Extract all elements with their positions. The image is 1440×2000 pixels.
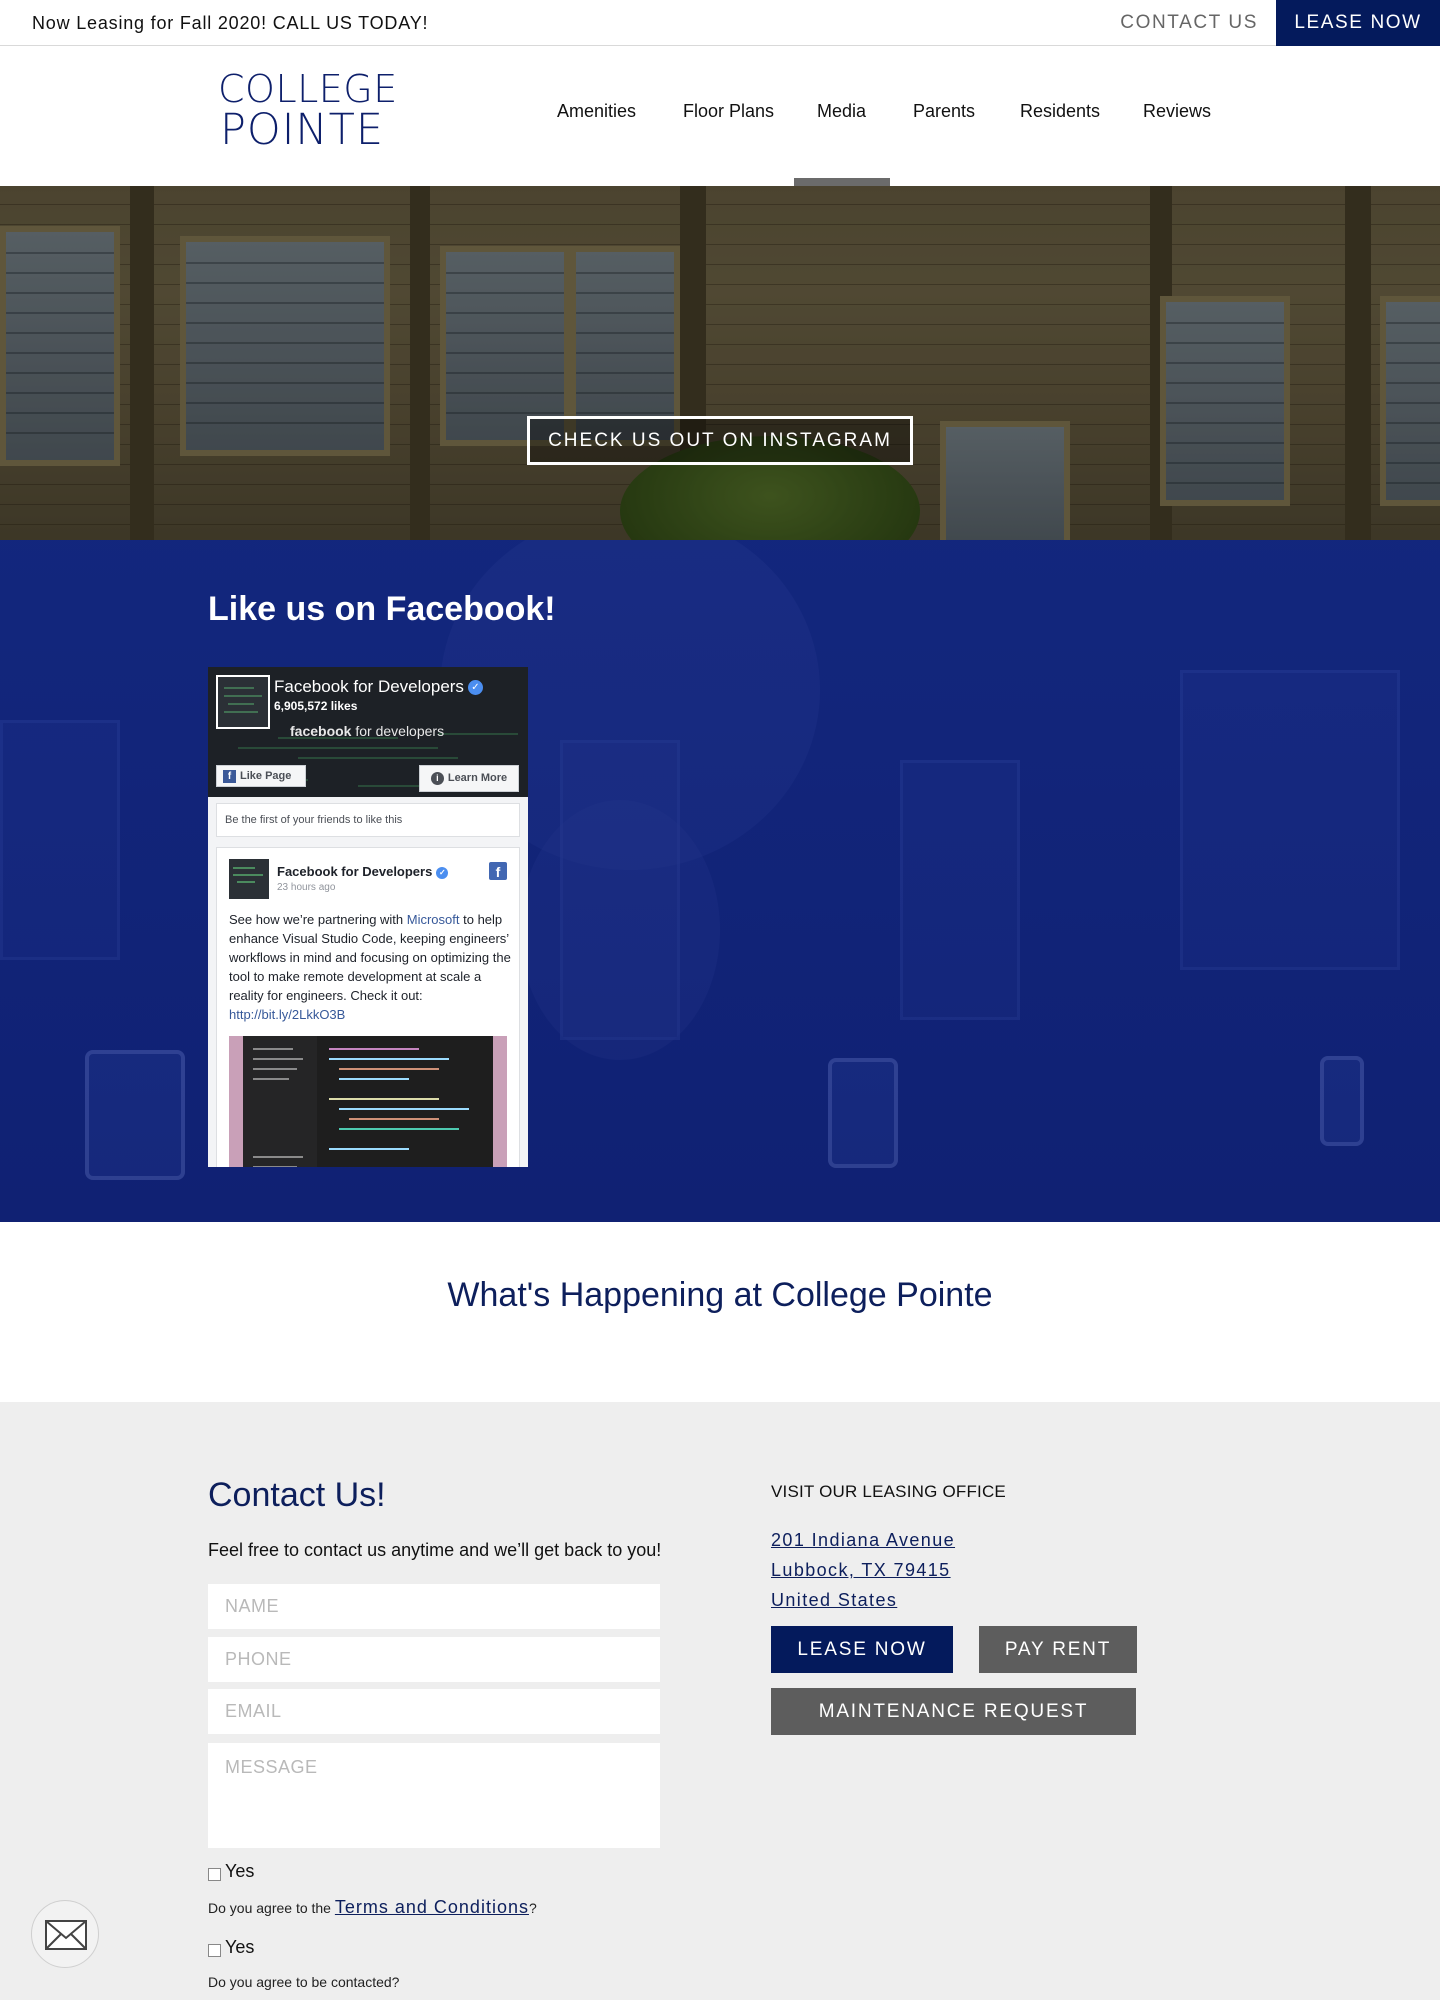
promo-text: Now Leasing for Fall 2020! CALL US TODAY… [32, 13, 429, 33]
facebook-section: Like us on Facebook! Facebook for Develo… [0, 540, 1440, 1222]
lease-now-button[interactable]: LEASE NOW [1276, 0, 1440, 46]
whats-happening-section: What's Happening at College Pointe [0, 1222, 1440, 1402]
facebook-icon[interactable]: f [489, 862, 507, 880]
info-icon: i [430, 771, 444, 785]
nav-item-residents[interactable]: Residents [1020, 101, 1100, 122]
logo-line-1: COLLEGE [218, 67, 398, 111]
address-line-2[interactable]: Lubbock, TX 79415 [771, 1560, 951, 1581]
post-text: See how we’re partnering with Microsoft … [229, 910, 513, 1024]
like-page-label: Like Page [240, 770, 292, 782]
mail-icon[interactable] [31, 1900, 99, 1968]
post-image[interactable] [229, 1036, 507, 1167]
contact-intro: Feel free to contact us anytime and we’l… [208, 1540, 662, 1560]
contact-section: Contact Us! Feel free to contact us anyt… [0, 1402, 1440, 2000]
address-line-3[interactable]: United States [771, 1590, 897, 1611]
check-icon: ✓ [467, 680, 483, 696]
post-link-microsoft[interactable]: Microsoft [407, 912, 460, 927]
nav-item-amenities[interactable]: Amenities [557, 101, 636, 122]
address-line-1[interactable]: 201 Indiana Avenue [771, 1530, 955, 1551]
nav-item-media[interactable]: Media [817, 101, 866, 122]
contact-consent-label[interactable]: Yes [225, 1937, 254, 1958]
facebook-cover-image: Facebook for Developers ✓ 6,905,572 likes… [208, 667, 528, 797]
site-logo[interactable]: COLLEGE POINTE [218, 67, 398, 155]
top-bar: Now Leasing for Fall 2020! CALL US TODAY… [0, 0, 1440, 46]
facebook-brand: facebook for developers [290, 723, 444, 739]
nav-item-floor-plans[interactable]: Floor Plans [683, 101, 774, 122]
learn-more-label: Learn More [447, 772, 508, 784]
post-time[interactable]: 23 hours ago [277, 882, 335, 893]
friends-like-text: Be the first of your friends to like thi… [216, 803, 520, 837]
nav-item-reviews[interactable]: Reviews [1143, 101, 1211, 122]
terms-suffix: ? [528, 1900, 537, 1916]
whats-happening-title: What's Happening at College Pointe [447, 1276, 993, 1314]
facebook-icon: f [223, 769, 236, 783]
office-title: VISIT OUR LEASING OFFICE [771, 1482, 1006, 1501]
terms-link[interactable]: Terms and Conditions [335, 1897, 529, 1917]
email-field[interactable] [208, 1689, 660, 1734]
site-header: COLLEGE POINTE Amenities Floor Plans Med… [0, 46, 1440, 186]
terms-checkbox[interactable] [208, 1868, 221, 1881]
post-author-avatar[interactable] [229, 859, 269, 899]
contact-us-link[interactable]: CONTACT US [1120, 12, 1258, 34]
brand-bold: facebook [290, 723, 352, 739]
message-field[interactable] [208, 1743, 660, 1848]
terms-checkbox-label[interactable]: Yes [225, 1861, 254, 1882]
facebook-heading: Like us on Facebook! [208, 590, 556, 628]
contact-consent-checkbox[interactable] [208, 1944, 221, 1957]
post-link-url[interactable]: http://bit.ly/2LkkO3B [229, 1007, 345, 1022]
facebook-page-widget[interactable]: Facebook for Developers ✓ 6,905,572 likes… [208, 667, 528, 1167]
name-field[interactable] [208, 1584, 660, 1629]
facebook-post: Facebook for Developers ✓ 23 hours ago f … [216, 847, 520, 1167]
terms-prefix: Do you agree to the [208, 1900, 335, 1916]
terms-question: Do you agree to the Terms and Conditions… [208, 1897, 537, 1918]
facebook-page-name-row[interactable]: Facebook for Developers ✓ [274, 677, 483, 697]
facebook-page-avatar[interactable] [216, 675, 270, 729]
check-icon: ✓ [436, 866, 449, 879]
contact-consent-question: Do you agree to be contacted? [208, 1974, 400, 1990]
nav-item-parents[interactable]: Parents [913, 101, 975, 122]
active-nav-indicator [794, 178, 890, 186]
brand-rest: for developers [351, 723, 445, 739]
instagram-button[interactable]: CHECK US OUT ON INSTAGRAM [527, 416, 913, 465]
like-page-button[interactable]: f Like Page [216, 765, 306, 787]
office-lease-now-button[interactable]: LEASE NOW [771, 1626, 953, 1673]
pay-rent-button[interactable]: PAY RENT [979, 1626, 1137, 1673]
post-author-row[interactable]: Facebook for Developers ✓ [277, 864, 449, 879]
maintenance-request-button[interactable]: MAINTENANCE REQUEST [771, 1688, 1136, 1735]
facebook-page-name[interactable]: Facebook for Developers [274, 677, 464, 696]
logo-line-2: POINTE [219, 105, 385, 155]
post-author[interactable]: Facebook for Developers [277, 864, 432, 879]
envelope-glyph [45, 1920, 87, 1950]
post-text-part: See how we’re partnering with [229, 912, 407, 927]
facebook-likes-count: 6,905,572 likes [274, 699, 358, 713]
contact-title: Contact Us! [208, 1476, 386, 1514]
learn-more-button[interactable]: i Learn More [419, 765, 519, 792]
phone-field[interactable] [208, 1637, 660, 1682]
hero-banner [0, 186, 1440, 540]
